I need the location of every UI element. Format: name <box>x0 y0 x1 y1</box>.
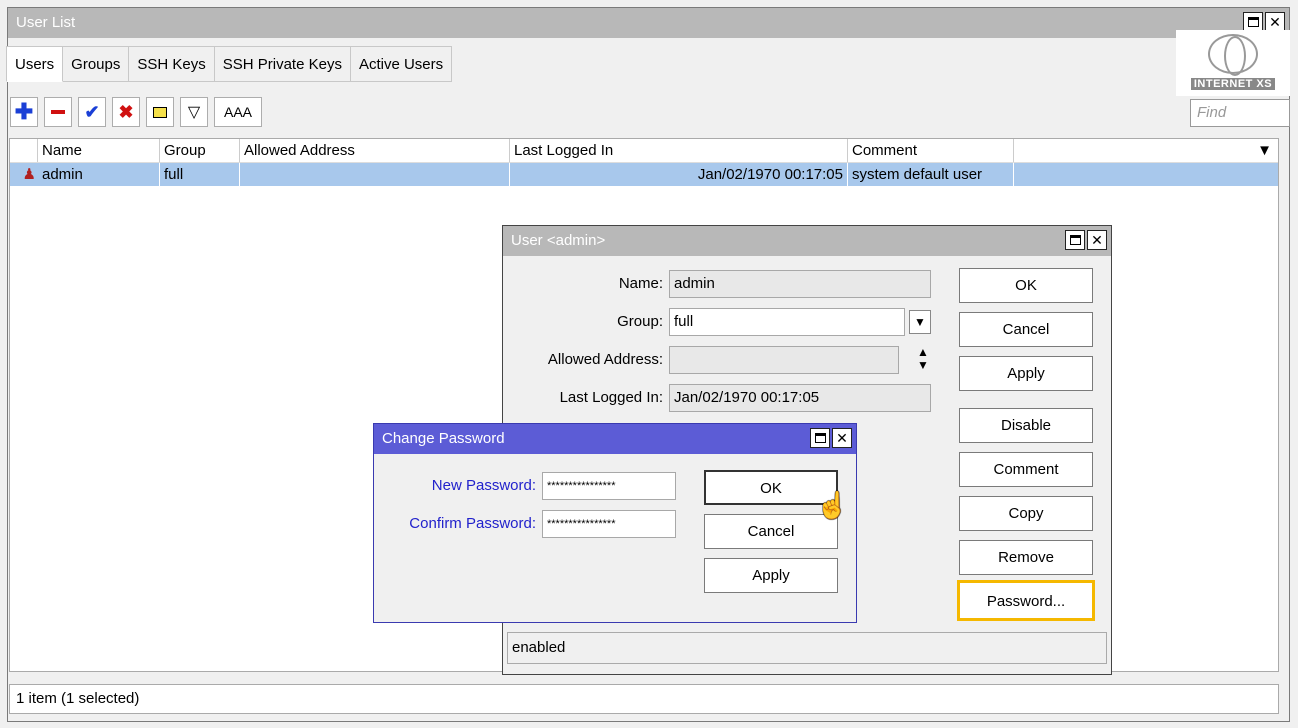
maximize-icon <box>1247 17 1259 27</box>
window-title: User List <box>16 14 76 31</box>
close-icon: ✕ <box>1091 232 1103 248</box>
cell-name: admin <box>38 163 160 186</box>
change-password-title-bar[interactable]: Change Password ✕ <box>374 424 856 454</box>
logo: INTERNET XS <box>1176 30 1290 96</box>
tab-ssh-keys[interactable]: SSH Keys <box>129 46 215 82</box>
cell-comment: system default user <box>848 163 1014 186</box>
remove-button[interactable]: Remove <box>959 540 1093 575</box>
col-last-logged-in[interactable]: Last Logged In <box>510 139 848 162</box>
cell-allowed-address <box>240 163 510 186</box>
maximize-button[interactable] <box>1243 12 1263 32</box>
mouse-cursor-icon: ☝ <box>816 490 849 520</box>
close-button[interactable]: ✕ <box>832 428 852 448</box>
maximize-button[interactable] <box>1065 230 1085 250</box>
user-icon: ♟ <box>22 166 36 183</box>
allowed-address-label: Allowed Address: <box>547 351 663 368</box>
status-bar: 1 item (1 selected) <box>9 684 1279 714</box>
check-icon: ✔ <box>84 101 100 122</box>
name-field[interactable]: admin <box>669 270 931 298</box>
password-button[interactable]: Password... <box>957 580 1095 621</box>
find-input[interactable]: Find <box>1190 99 1290 127</box>
tab-groups[interactable]: Groups <box>63 46 130 82</box>
group-select[interactable]: full <box>669 308 905 336</box>
maximize-button[interactable] <box>810 428 830 448</box>
group-label: Group: <box>617 313 663 330</box>
aaa-button[interactable]: AAA <box>214 97 262 127</box>
close-icon: ✕ <box>836 430 848 446</box>
cell-group: full <box>160 163 240 186</box>
last-logged-in-label: Last Logged In: <box>559 389 663 406</box>
tab-users[interactable]: Users <box>6 46 64 82</box>
x-icon: ✖ <box>118 101 134 122</box>
new-password-field[interactable]: **************** <box>542 472 676 500</box>
minus-icon <box>51 110 65 114</box>
confirm-password-field[interactable]: **************** <box>542 510 676 538</box>
comment-button[interactable]: Comment <box>959 452 1093 487</box>
close-icon: ✕ <box>1269 14 1281 30</box>
globe-icon <box>1208 34 1258 76</box>
allowed-address-field[interactable] <box>669 346 899 374</box>
col-name[interactable]: Name <box>38 139 160 162</box>
cancel-button[interactable]: Cancel <box>959 312 1093 347</box>
ok-button[interactable]: OK <box>959 268 1093 303</box>
col-allowed-address[interactable]: Allowed Address <box>240 139 510 162</box>
enable-button[interactable]: ✔ <box>78 97 106 127</box>
col-group[interactable]: Group <box>160 139 240 162</box>
column-chooser-icon[interactable]: ▼ <box>1014 139 1278 162</box>
confirm-password-label: Confirm Password: <box>409 515 536 532</box>
password-apply-button[interactable]: Apply <box>704 558 838 593</box>
last-logged-in-field: Jan/02/1970 00:17:05 <box>669 384 931 412</box>
user-dialog-title: User <admin> <box>511 232 606 249</box>
tab-ssh-private-keys[interactable]: SSH Private Keys <box>214 46 351 82</box>
apply-button[interactable]: Apply <box>959 356 1093 391</box>
filter-button[interactable]: ▽ <box>180 97 208 127</box>
up-down-arrows-icon[interactable]: ▲ ▼ <box>915 346 931 372</box>
user-dialog-title-bar[interactable]: User <admin> ✕ <box>503 226 1111 256</box>
window-title-bar[interactable]: User List ✕ <box>8 8 1289 38</box>
change-password-dialog: Change Password ✕ New Password: ********… <box>373 423 857 623</box>
close-button[interactable]: ✕ <box>1087 230 1107 250</box>
maximize-icon <box>1069 235 1081 245</box>
comment-button[interactable] <box>146 97 174 127</box>
new-password-label: New Password: <box>431 477 536 494</box>
group-dropdown-button[interactable]: ▼ <box>909 310 931 334</box>
maximize-icon <box>814 433 826 443</box>
user-status: enabled <box>507 632 1107 664</box>
cell-last-logged-in: Jan/02/1970 00:17:05 <box>510 163 848 186</box>
disable-button[interactable]: ✖ <box>112 97 140 127</box>
toolbar: ✚ ✔ ✖ ▽ AAA <box>10 97 262 127</box>
note-icon <box>153 106 167 118</box>
plus-icon: ✚ <box>14 99 34 124</box>
header-spacer <box>10 139 38 162</box>
cell-empty <box>1014 163 1278 186</box>
tab-active-users[interactable]: Active Users <box>350 46 453 82</box>
close-button[interactable]: ✕ <box>1265 12 1285 32</box>
remove-button[interactable] <box>44 97 72 127</box>
name-label: Name: <box>618 275 663 292</box>
table-header: Name Group Allowed Address Last Logged I… <box>10 139 1278 163</box>
table-row[interactable]: ♟ admin full Jan/02/1970 00:17:05 system… <box>10 163 1278 186</box>
filter-icon: ▽ <box>187 104 201 121</box>
logo-brand: INTERNET XS <box>1190 78 1276 90</box>
col-comment[interactable]: Comment <box>848 139 1014 162</box>
tab-bar: Users Groups SSH Keys SSH Private Keys A… <box>6 46 453 82</box>
change-password-title: Change Password <box>382 430 505 447</box>
add-button[interactable]: ✚ <box>10 97 38 127</box>
disable-button[interactable]: Disable <box>959 408 1093 443</box>
copy-button[interactable]: Copy <box>959 496 1093 531</box>
